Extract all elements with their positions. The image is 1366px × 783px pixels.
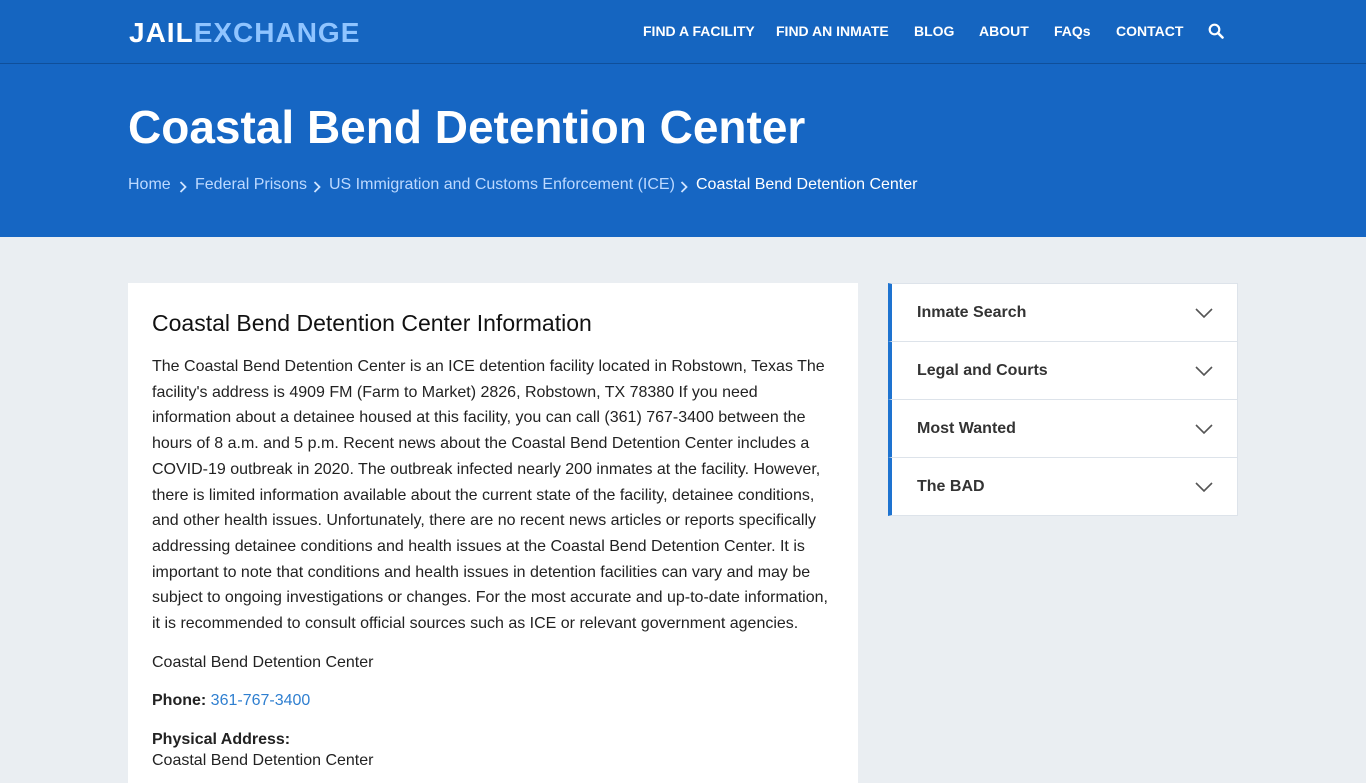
chevron-right-icon: [313, 179, 321, 193]
facility-info-card: Coastal Bend Detention Center Informatio…: [128, 283, 858, 783]
address-line: Coastal Bend Detention Center: [152, 752, 374, 769]
top-navbar: JAILEXCHANGE FIND A FACILITY FIND AN INM…: [0, 0, 1366, 64]
phone-link[interactable]: 361-767-3400: [211, 692, 311, 709]
accordion-label: Inmate Search: [917, 304, 1027, 321]
accordion-item-most-wanted[interactable]: Most Wanted: [888, 399, 1238, 458]
phone-row: Phone: 361-767-3400: [152, 691, 310, 711]
nav-find-a-facility[interactable]: FIND A FACILITY: [643, 23, 755, 39]
logo-text-exchange: EXCHANGE: [193, 17, 361, 48]
chevron-down-icon: [1195, 306, 1213, 319]
chevron-down-icon: [1195, 422, 1213, 435]
site-logo[interactable]: JAILEXCHANGE: [129, 16, 360, 50]
nav-blog[interactable]: BLOG: [914, 23, 954, 39]
chevron-right-icon: [680, 179, 688, 193]
chevron-right-icon: [179, 179, 187, 193]
accordion-label: Most Wanted: [917, 420, 1016, 437]
facility-description: The Coastal Bend Detention Center is an …: [152, 358, 828, 633]
facility-name: Coastal Bend Detention Center: [152, 654, 374, 671]
nav-find-an-inmate[interactable]: FIND AN INMATE: [776, 23, 889, 39]
section-heading: Coastal Bend Detention Center Informatio…: [152, 310, 592, 336]
nav-contact[interactable]: CONTACT: [1116, 23, 1183, 39]
page-title: Coastal Bend Detention Center: [128, 101, 806, 153]
logo-text-jail: JAIL: [129, 17, 194, 48]
breadcrumb-home[interactable]: Home: [128, 175, 171, 195]
accordion-label: Legal and Courts: [917, 362, 1048, 379]
search-icon[interactable]: [1208, 23, 1224, 39]
accordion-item-the-bad[interactable]: The BAD: [888, 457, 1238, 516]
chevron-down-icon: [1195, 480, 1213, 493]
address-label: Physical Address:: [152, 731, 291, 748]
breadcrumb-federal-prisons[interactable]: Federal Prisons: [195, 175, 307, 195]
breadcrumb-current: Coastal Bend Detention Center: [696, 176, 918, 193]
phone-label: Phone:: [152, 692, 207, 709]
breadcrumb-ice[interactable]: US Immigration and Customs Enforcement (…: [329, 175, 675, 195]
nav-faqs[interactable]: FAQs: [1054, 23, 1091, 39]
accordion-item-inmate-search[interactable]: Inmate Search: [888, 283, 1238, 342]
page-hero: Coastal Bend Detention Center Home Feder…: [0, 64, 1366, 237]
accordion-label: The BAD: [917, 478, 985, 495]
chevron-down-icon: [1195, 364, 1213, 377]
accordion-item-legal-and-courts[interactable]: Legal and Courts: [888, 341, 1238, 400]
nav-about[interactable]: ABOUT: [979, 23, 1029, 39]
